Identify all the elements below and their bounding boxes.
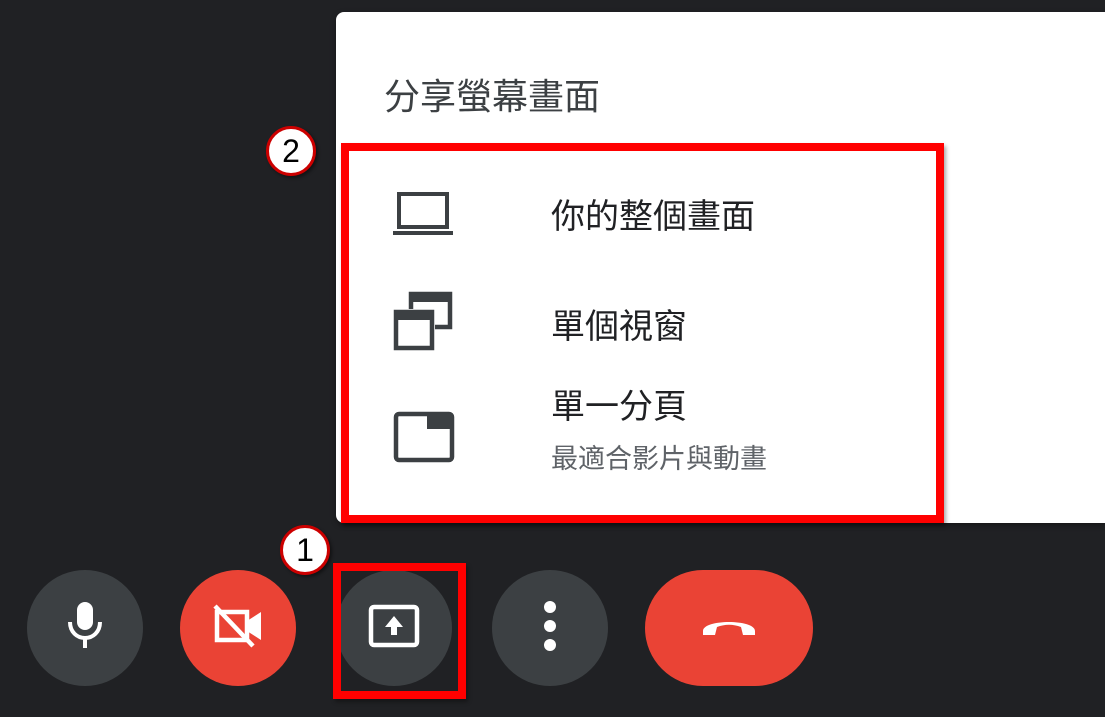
step-2-badge: 2 — [266, 126, 316, 176]
step-1-badge: 1 — [280, 525, 330, 575]
microphone-icon — [65, 600, 105, 656]
share-options-highlight: 你的整個畫面 單個視窗 單一分頁 最適合影片與動畫 — [341, 143, 944, 523]
microphone-button[interactable] — [27, 570, 143, 686]
leave-call-button[interactable] — [645, 570, 813, 686]
window-icon — [393, 291, 453, 355]
option-label-single-window: 單個視窗 — [551, 307, 687, 347]
option-label-entire-screen: 你的整個畫面 — [551, 197, 755, 237]
camera-toggle-button[interactable] — [180, 570, 296, 686]
more-vert-icon — [543, 600, 557, 656]
more-options-button[interactable] — [492, 570, 608, 686]
laptop-icon — [393, 191, 453, 241]
option-entire-screen[interactable]: 你的整個畫面 — [349, 159, 936, 269]
hang-up-icon — [699, 613, 759, 643]
camera-off-icon — [211, 602, 265, 654]
option-single-tab[interactable]: 單一分頁 最適合影片與動畫 — [349, 379, 936, 507]
present-button-highlight — [333, 563, 466, 699]
option-single-window[interactable]: 單個視窗 — [349, 269, 936, 379]
tab-icon — [393, 411, 455, 467]
option-sublabel-single-tab: 最適合影片與動畫 — [551, 444, 767, 475]
menu-title: 分享螢幕畫面 — [384, 77, 601, 118]
option-label-single-tab: 單一分頁 — [551, 387, 687, 427]
